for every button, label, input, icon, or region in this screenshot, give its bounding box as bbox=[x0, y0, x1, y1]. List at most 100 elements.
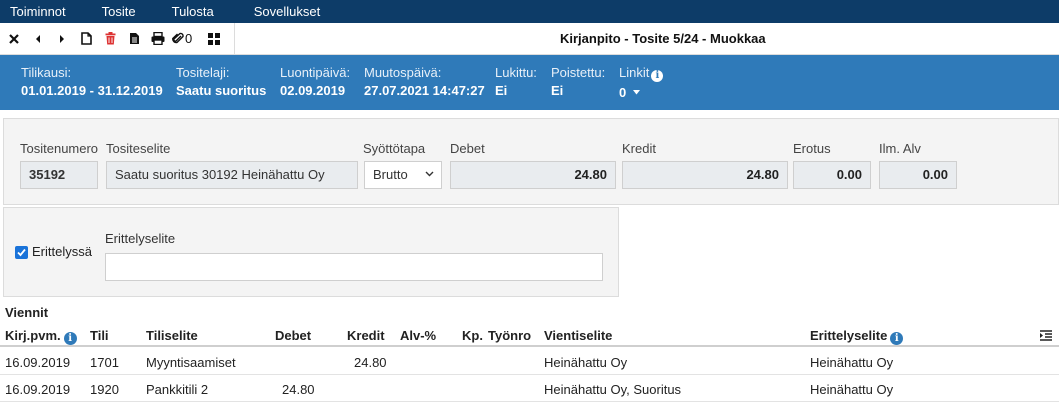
erittelyselite-label: Erittelyselite bbox=[105, 231, 176, 246]
info-icon[interactable]: i bbox=[651, 70, 664, 82]
linkit-value: 0 bbox=[619, 85, 627, 100]
menu-sovellukset[interactable]: Sovellukset bbox=[240, 0, 334, 23]
columns-icon[interactable] bbox=[1040, 330, 1052, 341]
col-erittelyselite[interactable]: Erittelyselite i bbox=[810, 328, 904, 345]
cell-vientiselite: Heinähattu Oy bbox=[544, 355, 628, 370]
menu-tosite[interactable]: Tosite bbox=[88, 0, 158, 23]
lukittu-value: Ei bbox=[495, 83, 508, 98]
previous-button[interactable] bbox=[28, 27, 48, 51]
tositeselite-field[interactable]: Saatu suoritus 30192 Heinähattu Oy bbox=[106, 161, 358, 189]
chevron-down-icon bbox=[632, 90, 640, 95]
next-button[interactable] bbox=[52, 27, 72, 51]
print-button[interactable] bbox=[148, 27, 168, 51]
tositenumero-label: Tositenumero bbox=[20, 141, 99, 156]
info-luontipaiva: Luontipäivä: 02.09.2019 bbox=[280, 65, 350, 98]
tositeselite-label: Tositeselite bbox=[106, 141, 171, 156]
lukittu-label: Lukittu: bbox=[495, 65, 537, 80]
next-icon bbox=[60, 34, 64, 43]
cell-tiliselite: Myyntisaamiset bbox=[146, 355, 236, 370]
cell-debet: 24.80 bbox=[282, 382, 315, 397]
info-icon[interactable]: i bbox=[63, 332, 77, 345]
prev-icon bbox=[36, 34, 40, 43]
col-debet[interactable]: Debet bbox=[275, 328, 311, 343]
linkit-dropdown[interactable]: 0 bbox=[619, 85, 663, 100]
toolbar: 0 Kirjanpito - Tosite 5/24 - Muokkaa bbox=[0, 22, 1059, 55]
check-icon bbox=[17, 248, 26, 257]
col-kirjpvm[interactable]: Kirj.pvm. i bbox=[5, 328, 77, 345]
trash-icon bbox=[105, 32, 115, 45]
menu-tulosta[interactable]: Tulosta bbox=[158, 0, 240, 23]
table-row[interactable]: 16.09.2019 1920 Pankkitili 2 24.80 Heinä… bbox=[0, 376, 1059, 402]
col-tyonro[interactable]: Työnro bbox=[488, 328, 531, 343]
table-row[interactable]: 16.09.2019 1701 Myyntisaamiset 24.80 Hei… bbox=[0, 349, 1059, 375]
col-vientiselite[interactable]: Vientiselite bbox=[544, 328, 612, 343]
cell-tili: 1701 bbox=[90, 355, 119, 370]
new-button[interactable] bbox=[76, 27, 96, 51]
kredit-label: Kredit bbox=[622, 141, 656, 156]
print-icon bbox=[151, 32, 165, 45]
cell-pvm: 16.09.2019 bbox=[5, 382, 71, 397]
voucher-header-panel: Tositenumero 35192 Tositeselite Saatu su… bbox=[3, 118, 1059, 205]
copy-document-icon bbox=[129, 33, 139, 44]
syottotapa-label: Syöttötapa bbox=[363, 141, 426, 156]
new-document-icon bbox=[80, 32, 92, 45]
cell-vientiselite: Heinähattu Oy, Suoritus bbox=[544, 382, 682, 397]
luontipaiva-value: 02.09.2019 bbox=[280, 83, 346, 98]
info-linkit: Linkit i 0 bbox=[619, 65, 664, 100]
col-kredit[interactable]: Kredit bbox=[347, 328, 385, 343]
menu-toiminnot[interactable]: Toiminnot bbox=[0, 0, 88, 23]
viennit-title: Viennit bbox=[5, 305, 49, 320]
tositenumero-field[interactable]: 35192 bbox=[20, 161, 98, 189]
syottotapa-value: Brutto bbox=[373, 167, 408, 182]
erittelyssa-checkbox[interactable] bbox=[15, 246, 28, 259]
poistettu-value: Ei bbox=[551, 83, 564, 98]
info-tositelaji: Tositelaji: Saatu suoritus bbox=[176, 65, 266, 98]
info-poistettu: Poistettu: Ei bbox=[551, 65, 605, 98]
viennit-table-header: Kirj.pvm. i Tili Tiliselite Debet Kredit … bbox=[0, 325, 1059, 347]
col-tili[interactable]: Tili bbox=[90, 328, 109, 343]
erotus-label: Erotus bbox=[793, 141, 831, 156]
delete-button[interactable] bbox=[100, 27, 120, 51]
debet-field[interactable]: 24.80 bbox=[450, 161, 616, 189]
info-muutospaiva: Muutospäivä: 27.07.2021 14:47:27 bbox=[364, 65, 485, 98]
copy-button[interactable] bbox=[124, 27, 144, 51]
erittelyselite-input[interactable] bbox=[105, 253, 603, 281]
close-icon bbox=[9, 33, 19, 44]
debet-label: Debet bbox=[450, 141, 485, 156]
muutospaiva-label: Muutospäivä: bbox=[364, 65, 442, 80]
menubar: Toiminnot Tosite Tulosta Sovellukset bbox=[0, 0, 1059, 23]
paperclip-icon bbox=[172, 32, 184, 44]
poistettu-label: Poistettu: bbox=[551, 65, 606, 80]
luontipaiva-label: Luontipäivä: bbox=[280, 65, 351, 80]
attachments-count: 0 bbox=[185, 31, 193, 46]
toolbar-buttons: 0 bbox=[0, 22, 236, 55]
close-button[interactable] bbox=[4, 27, 24, 51]
cell-pvm: 16.09.2019 bbox=[5, 355, 71, 370]
grid-icon bbox=[208, 32, 221, 45]
ilmalv-field: 0.00 bbox=[879, 161, 957, 189]
erotus-field: 0.00 bbox=[793, 161, 871, 189]
col-tiliselite[interactable]: Tiliselite bbox=[146, 328, 198, 343]
info-tilikausi: Tilikausi: 01.01.2019 - 31.12.2019 bbox=[21, 65, 163, 98]
kredit-field[interactable]: 24.80 bbox=[622, 161, 788, 189]
cell-tili: 1920 bbox=[90, 382, 119, 397]
erittelyssa-label[interactable]: Erittelyssä bbox=[32, 244, 92, 259]
erittely-panel: Erittelyssä Erittelyselite bbox=[3, 207, 619, 297]
cell-tiliselite: Pankkitili 2 bbox=[146, 382, 209, 397]
tilikausi-label: Tilikausi: bbox=[21, 65, 72, 80]
tositelaji-value: Saatu suoritus bbox=[176, 83, 267, 98]
cell-erittelyselite: Heinähattu Oy bbox=[810, 355, 894, 370]
linkit-label: Linkit bbox=[619, 65, 650, 80]
voucher-info-band: Tilikausi: 01.01.2019 - 31.12.2019 Tosit… bbox=[0, 55, 1059, 110]
info-icon[interactable]: i bbox=[890, 332, 904, 345]
attachments-button[interactable]: 0 bbox=[172, 27, 192, 51]
col-alv[interactable]: Alv-% bbox=[400, 328, 436, 343]
layout-button[interactable] bbox=[204, 27, 224, 51]
col-kp[interactable]: Kp. bbox=[462, 328, 483, 343]
syottotapa-select[interactable]: Brutto bbox=[364, 161, 442, 189]
tilikausi-value: 01.01.2019 - 31.12.2019 bbox=[21, 83, 163, 98]
document-title: Kirjanpito - Tosite 5/24 - Muokkaa bbox=[560, 31, 766, 46]
col-kirjpvm-label: Kirj.pvm. bbox=[5, 328, 61, 343]
chevron-down-icon bbox=[425, 171, 434, 177]
cell-erittelyselite: Heinähattu Oy bbox=[810, 382, 894, 397]
